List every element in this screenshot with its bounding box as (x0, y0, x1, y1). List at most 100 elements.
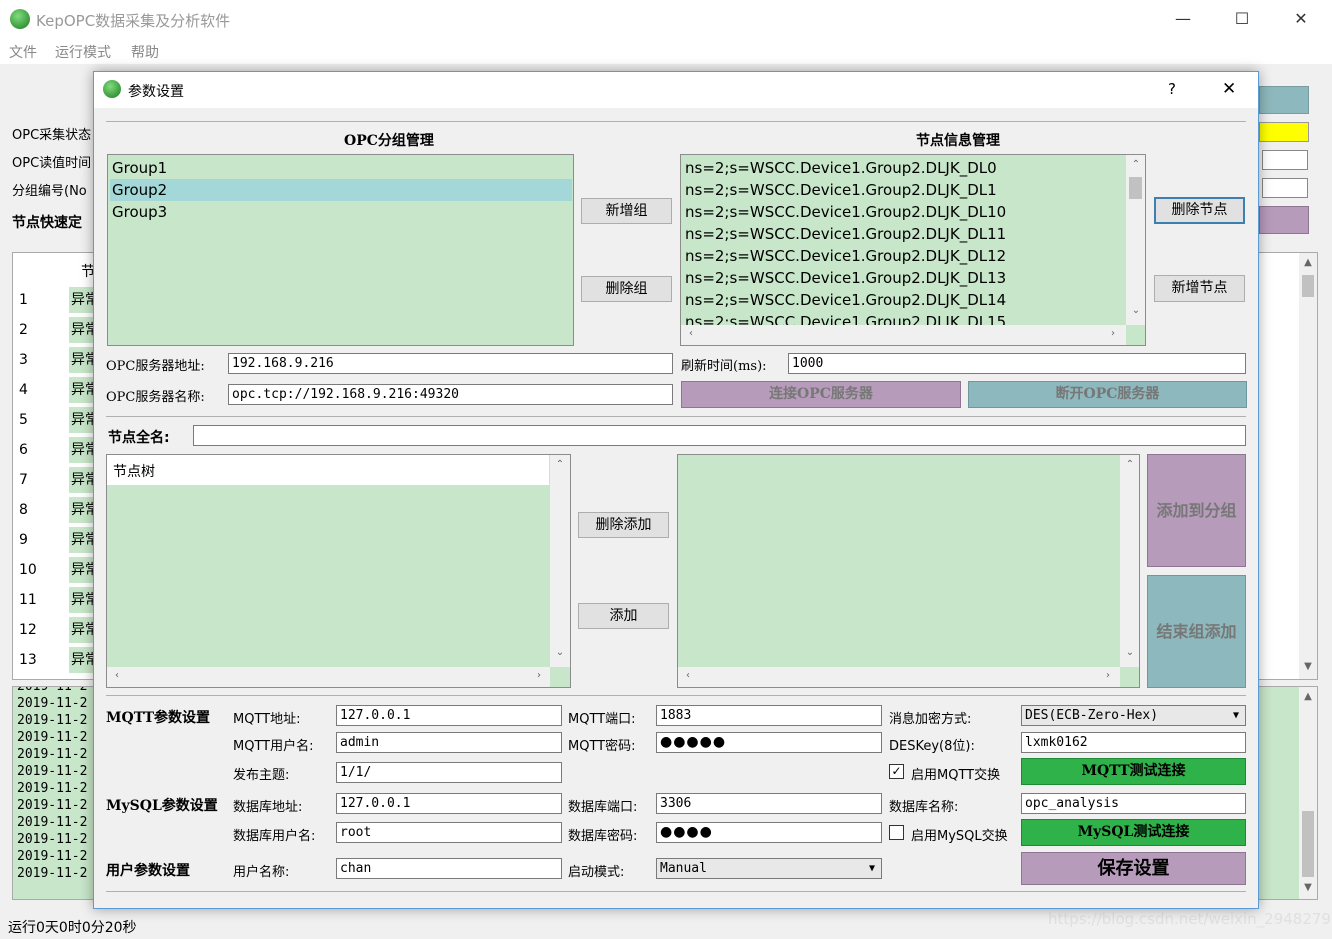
tree-scroll-up-icon[interactable]: ⌃ (552, 459, 568, 470)
delete-group-button[interactable]: 删除组 (581, 276, 672, 302)
tree-scroll-right-icon[interactable]: › (531, 670, 547, 681)
node-list[interactable]: ns=2;s=WSCC.Device1.Group2.DLJK_DL0 ns=2;… (680, 154, 1146, 346)
maximize-button[interactable]: ☐ (1219, 6, 1265, 32)
node-scroll-down-icon[interactable]: ⌄ (1128, 305, 1144, 316)
pending-node-list[interactable]: ⌃ ⌄ ‹ › (677, 454, 1140, 688)
mysql-heading: MySQL参数设置 (106, 798, 218, 814)
db-user-input[interactable]: root (336, 822, 562, 843)
group-list[interactable]: Group1 Group2 Group3 (107, 154, 574, 346)
add-group-button[interactable]: 新增组 (581, 198, 672, 224)
group-item[interactable]: Group1 (112, 157, 573, 179)
group-item[interactable]: Group3 (112, 201, 573, 223)
db-address-input[interactable]: 127.0.0.1 (336, 793, 562, 814)
runtime-status: 运行0天0时0分20秒 (8, 920, 137, 936)
help-button[interactable]: ? (1168, 80, 1176, 98)
log-line: 2019-11-2 (17, 781, 88, 796)
mqtt-heading: MQTT参数设置 (106, 710, 211, 726)
minimize-button[interactable]: — (1160, 6, 1206, 32)
node-list-vscroll[interactable]: ⌃ ⌄ (1126, 155, 1145, 325)
node-tree-hscroll[interactable]: ‹ › (107, 667, 550, 687)
encryption-select[interactable]: DES(ECB-Zero-Hex) ▼ (1021, 705, 1246, 726)
server-address-input[interactable]: 192.168.9.216 (228, 353, 673, 374)
pending-list-vscroll[interactable]: ⌃ ⌄ (1120, 455, 1139, 667)
startup-mode-select[interactable]: Manual ▼ (656, 858, 882, 879)
delete-node-button[interactable]: 删除节点 (1154, 197, 1245, 224)
log-line: 2019-11-2 (17, 798, 88, 813)
refresh-time-input[interactable]: 1000 (788, 353, 1246, 374)
remove-add-button[interactable]: 删除添加 (578, 512, 669, 538)
log-scrollbar[interactable]: ▲ ▼ (1299, 687, 1317, 899)
table-row-number: 8 (19, 502, 28, 518)
add-to-group-button[interactable]: 添加到分组 (1147, 454, 1246, 567)
db-port-input[interactable]: 3306 (656, 793, 882, 814)
node-item[interactable]: ns=2;s=WSCC.Device1.Group2.DLJK_DL12 (685, 245, 1006, 267)
opc-group-heading: OPC分组管理 (344, 133, 434, 149)
node-item[interactable]: ns=2;s=WSCC.Device1.Group2.DLJK_DL14 (685, 289, 1006, 311)
save-settings-button[interactable]: 保存设置 (1021, 852, 1246, 885)
node-list-hscroll[interactable]: ‹ › (681, 325, 1126, 345)
pending-scroll-right-icon[interactable]: › (1100, 670, 1116, 681)
mysql-enable-checkbox[interactable] (889, 825, 904, 840)
scroll-down-icon[interactable]: ▼ (1300, 661, 1316, 672)
connect-server-button[interactable]: 连接OPC服务器 (681, 381, 961, 408)
mqtt-password-input[interactable]: ●●●●● (656, 732, 882, 753)
menu-file[interactable]: 文件 (9, 42, 37, 62)
node-tree-vscroll[interactable]: ⌃ ⌄ (550, 455, 570, 667)
dialog-close-button[interactable]: ✕ (1222, 79, 1236, 99)
log-scroll-thumb[interactable] (1302, 811, 1314, 877)
user-name-input[interactable]: chan (336, 858, 562, 879)
scroll-up-icon[interactable]: ▲ (1300, 257, 1316, 268)
add-node-button[interactable]: 新增节点 (1154, 275, 1245, 302)
bg-mauve-button[interactable] (1259, 206, 1309, 234)
node-tree[interactable]: 节点树 ⌃ ⌄ ‹ › (106, 454, 571, 688)
bg-teal-button[interactable] (1259, 86, 1309, 114)
node-item[interactable]: ns=2;s=WSCC.Device1.Group2.DLJK_DL0 (685, 157, 997, 179)
pending-scroll-up-icon[interactable]: ⌃ (1122, 459, 1138, 470)
node-scroll-thumb[interactable] (1129, 177, 1142, 199)
mqtt-port-input[interactable]: 1883 (656, 705, 882, 726)
table-scrollbar[interactable]: ▲ ▼ (1299, 253, 1317, 679)
node-item[interactable]: ns=2;s=WSCC.Device1.Group2.DLJK_DL10 (685, 201, 1006, 223)
node-full-name-label: 节点全名: (108, 430, 170, 446)
node-tree-root[interactable]: 节点树 (113, 461, 155, 481)
menu-run-mode[interactable]: 运行模式 (55, 42, 111, 62)
node-item[interactable]: ns=2;s=WSCC.Device1.Group2.DLJK_DL11 (685, 223, 1006, 245)
topic-input[interactable]: 1/1/ (336, 762, 562, 783)
end-group-add-button[interactable]: 结束组添加 (1147, 575, 1246, 688)
db-name-input[interactable]: opc_analysis (1021, 793, 1246, 814)
db-password-input[interactable]: ●●●● (656, 822, 882, 843)
close-button[interactable]: ✕ (1278, 6, 1324, 32)
table-row-number: 1 (19, 292, 28, 308)
group-no-field[interactable] (1262, 178, 1308, 198)
mqtt-address-input[interactable]: 127.0.0.1 (336, 705, 562, 726)
mqtt-enable-checkbox[interactable]: ✓ (889, 764, 904, 779)
read-time-field[interactable] (1262, 150, 1308, 170)
node-item[interactable]: ns=2;s=WSCC.Device1.Group2.DLJK_DL1 (685, 179, 997, 201)
node-scroll-up-icon[interactable]: ⌃ (1128, 159, 1144, 170)
menu-bar: 文件 运行模式 帮助 (0, 38, 1332, 64)
log-scroll-up-icon[interactable]: ▲ (1300, 691, 1316, 702)
dialog-logo-icon (103, 80, 121, 98)
node-full-name-input[interactable] (193, 425, 1246, 446)
mqtt-user-input[interactable]: admin (336, 732, 562, 753)
tree-scroll-down-icon[interactable]: ⌄ (552, 647, 568, 658)
deskey-input[interactable]: lxmk0162 (1021, 732, 1246, 753)
pending-scroll-left-icon[interactable]: ‹ (680, 670, 696, 681)
node-scroll-right-icon[interactable]: › (1105, 328, 1121, 339)
group-item[interactable]: Group2 (110, 179, 572, 201)
scroll-thumb[interactable] (1302, 275, 1314, 297)
server-address-label: OPC服务器地址: (106, 359, 205, 374)
mysql-test-button[interactable]: MySQL测试连接 (1021, 819, 1246, 846)
pending-scroll-down-icon[interactable]: ⌄ (1122, 647, 1138, 658)
node-item[interactable]: ns=2;s=WSCC.Device1.Group2.DLJK_DL13 (685, 267, 1006, 289)
menu-help[interactable]: 帮助 (131, 42, 159, 62)
server-name-input[interactable]: opc.tcp://192.168.9.216:49320 (228, 384, 673, 405)
footer-divider (106, 891, 1246, 892)
node-scroll-left-icon[interactable]: ‹ (683, 328, 699, 339)
pending-list-hscroll[interactable]: ‹ › (678, 667, 1120, 687)
disconnect-server-button[interactable]: 断开OPC服务器 (968, 381, 1247, 408)
tree-scroll-left-icon[interactable]: ‹ (109, 670, 125, 681)
add-button[interactable]: 添加 (578, 603, 669, 629)
mqtt-test-button[interactable]: MQTT测试连接 (1021, 758, 1246, 785)
log-scroll-down-icon[interactable]: ▼ (1300, 882, 1316, 893)
